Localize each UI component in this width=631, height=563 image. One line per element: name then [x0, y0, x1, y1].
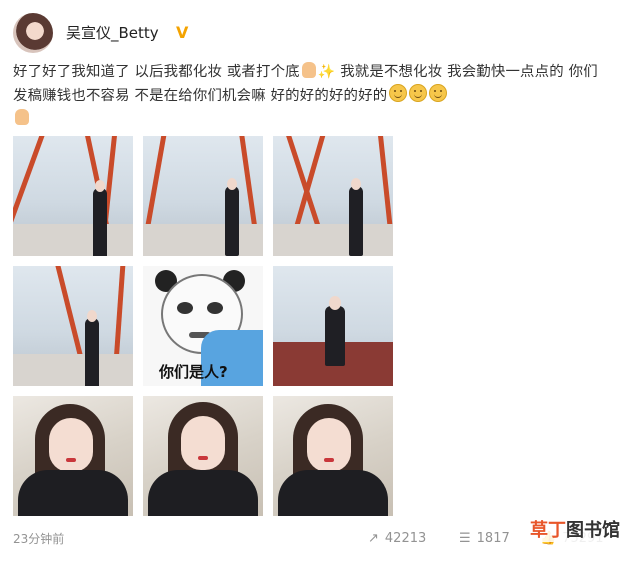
share-icon: ↗ [368, 531, 379, 546]
photo-thumbnail[interactable] [13, 266, 133, 386]
sparkle-emoji-icon: ✨ [317, 64, 336, 80]
ok-hand-emoji-icon [15, 109, 29, 125]
photo-thumbnail[interactable] [13, 396, 133, 516]
smile-emoji-icon [389, 84, 408, 102]
panda-meme-image[interactable]: 你们是人? [143, 266, 263, 386]
comment-count: 1817 [476, 531, 510, 546]
avatar[interactable] [13, 13, 53, 53]
meme-caption: 你们是人? [159, 363, 228, 381]
share-button[interactable]: ↗ 42213 [368, 531, 426, 546]
comment-icon: ☰ [459, 531, 471, 546]
photo-thumbnail[interactable] [273, 266, 393, 386]
share-count: 42213 [384, 531, 427, 546]
post-timestamp: 23分钟前 [13, 532, 65, 546]
ok-hand-emoji-icon [301, 62, 316, 78]
post-text: 好了好了我知道了 以后我都化妆 或者打个底 ✨ 我就是不想化妆 我会勤快一点点的 … [13, 61, 611, 131]
verified-badge-icon: V [176, 23, 189, 42]
photo-thumbnail[interactable] [13, 136, 133, 256]
watermark: 草丁图书馆 [530, 516, 620, 542]
photo-thumbnail[interactable] [273, 396, 393, 516]
photo-thumbnail[interactable] [273, 136, 393, 256]
smile-emoji-icon [429, 84, 448, 102]
post-text-part1: 好了好了我知道了 以后我都化妆 或者打个底 [13, 64, 300, 80]
photo-thumbnail[interactable] [143, 396, 263, 516]
smile-emoji-icon [409, 84, 428, 102]
username[interactable]: 吴宣仪_Betty [66, 22, 159, 43]
comment-button[interactable]: ☰ 1817 [459, 531, 510, 546]
photo-grid: 你们是人? [13, 136, 393, 516]
photo-thumbnail[interactable] [143, 136, 263, 256]
